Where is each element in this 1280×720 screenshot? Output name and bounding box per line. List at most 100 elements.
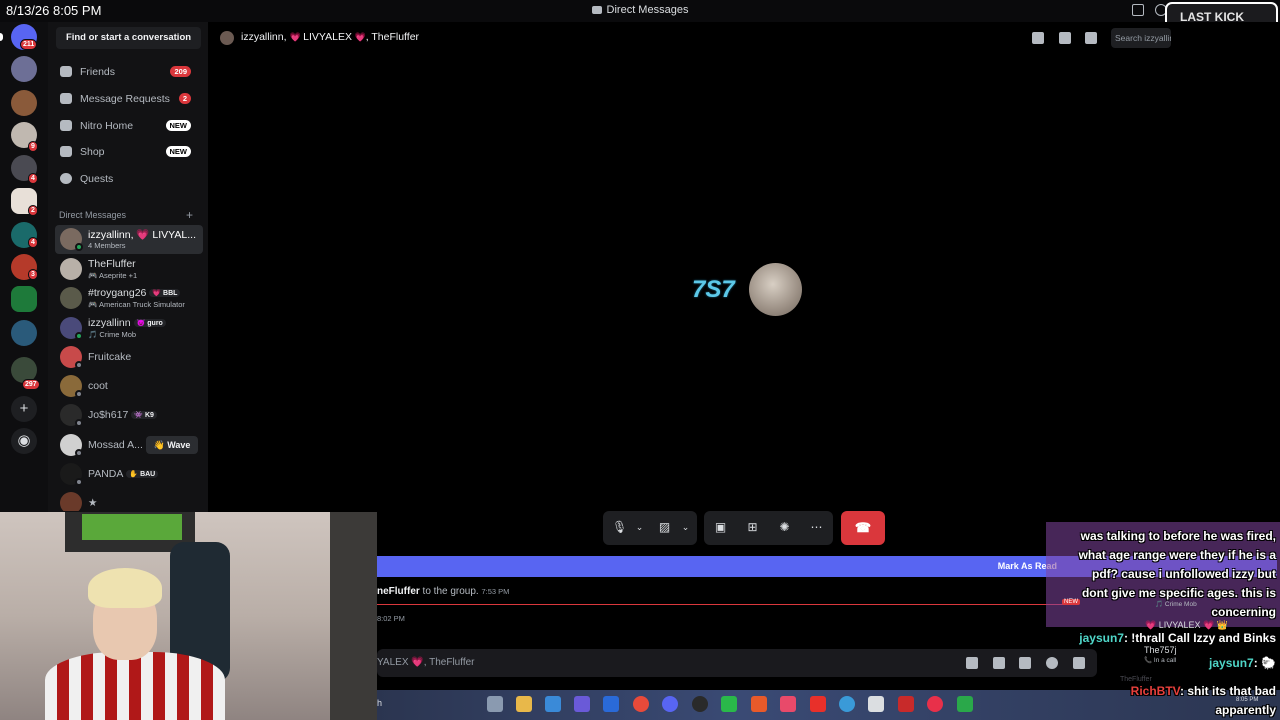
server-badge-3: 3 [28,269,38,280]
activity-controls: ▣ ⊞ ✺ ⋯ [704,511,833,545]
dm-tag: 💗 BBL [149,289,181,297]
dm-tag: 😈 guro [133,319,166,327]
dm-name: Fruitcake [88,351,132,363]
screen-share-icon[interactable]: ▣ [713,520,728,535]
app-icon-box[interactable] [868,696,884,712]
app-icon-red[interactable] [810,696,826,712]
dm-item-group[interactable]: izzyallinn, 💗 LIVYAL... 4 Members [55,225,203,254]
dm-item-fruitcake[interactable]: Fruitcake [55,343,203,372]
livyalex-label: 💗 LIVYALEX 💗 👑 [1145,620,1228,630]
shop-icon [60,146,72,157]
server-badge-2: 2 [28,205,38,216]
chat-overlay-line: pdf? cause i unfollowed izzy but [1091,567,1276,581]
member-list-icon[interactable] [1085,32,1097,44]
requests-badge: 2 [178,93,191,104]
find-conversation-button[interactable]: Find or start a conversation [56,27,201,49]
camera-options-chevron-icon[interactable]: ⌄ [678,520,693,535]
emoji-icon[interactable] [1046,657,1058,669]
help-app-icon[interactable] [839,696,855,712]
chrome-icon[interactable] [633,696,649,712]
add-server-icon[interactable]: + [11,396,37,422]
nav-label: Shop [80,146,105,158]
microphone-icon[interactable]: 🎙 [612,520,627,535]
taskbar-search[interactable]: h [377,698,382,708]
copilot-icon[interactable] [545,696,561,712]
dm-item-panda[interactable]: PANDA ✋ BAU [55,460,203,489]
brave-icon[interactable] [751,696,767,712]
chat-overlay-message: RichBTV: shit its that bad [1130,684,1276,698]
discord-icon[interactable] [662,696,678,712]
server-icon-2[interactable] [11,90,37,116]
soundboard-icon[interactable]: ✺ [777,520,792,535]
mic-camera-controls: 🎙 ⌄ ▨ ⌄ [603,511,697,545]
dm-tag: ✋ BAU [126,470,159,478]
quests-icon [60,173,72,184]
activities-icon[interactable]: ⊞ [745,520,760,535]
avatar [60,492,82,511]
apps-icon[interactable] [1073,657,1085,669]
server-badge-4: 4 [28,173,38,184]
dm-sub: 🎮 American Truck Simulator [88,300,185,309]
obs-icon[interactable] [692,696,708,712]
thefluffer-faint: TheFluffer [1120,676,1152,683]
discover-icon[interactable]: ◉ [11,428,37,454]
spotify-icon[interactable] [721,696,737,712]
nav-label: Message Requests [80,93,170,105]
more-options-icon[interactable]: ⋯ [809,520,824,535]
store-icon[interactable] [603,696,619,712]
pin-icon[interactable] [1032,32,1044,44]
file-explorer-icon[interactable] [516,696,532,712]
nav-message-requests[interactable]: Message Requests 2 [56,87,202,111]
nav-shop[interactable]: Shop NEW [56,140,202,164]
task-view-icon[interactable] [487,696,503,712]
message-input-placeholder: YALEX 💗, TheFluffer [377,657,475,668]
dm-name: ★ [88,497,98,509]
sticker-icon[interactable] [1019,657,1031,669]
server-icon-9[interactable] [11,320,37,346]
dm-name: izzyallinn 😈 guro [88,317,166,329]
music-icon[interactable] [780,696,796,712]
gift-icon[interactable] [966,657,978,669]
dm-item-coot[interactable]: coot [55,372,203,401]
dm-item-izzyallinn[interactable]: izzyallinn 😈 guro 🎵 Crime Mob [55,314,203,343]
in-call-label: 📞 In a call [1144,657,1177,664]
inbox-icon [591,6,602,14]
app-icon-dark-red[interactable] [898,696,914,712]
nav-quests[interactable]: Quests [56,167,202,191]
gif-icon[interactable] [993,657,1005,669]
webcam-overlay [0,512,377,720]
status-dot [75,449,83,457]
mic-options-chevron-icon[interactable]: ⌄ [632,520,647,535]
dm-item-thefluffer[interactable]: TheFluffer 🎮 Aseprite +1 [55,255,203,284]
dm-name: Jo$h617 👾 K9 [88,409,157,421]
add-friends-icon[interactable] [1059,32,1071,44]
server-icon-1[interactable] [11,56,37,82]
nav-nitro-home[interactable]: Nitro Home NEW [56,114,202,138]
dm-name: #troygang26 💗 BBL [88,287,181,299]
dm-item-josh617[interactable]: Jo$h617 👾 K9 [55,401,203,430]
folder-badge: 297 [22,379,40,390]
server-icon-8[interactable] [11,286,37,312]
participant-avatar-cat[interactable] [749,263,802,316]
group-avatar [220,31,234,45]
xbox-icon[interactable] [957,696,973,712]
camera-off-icon[interactable]: ▨ [657,520,672,535]
opera-icon[interactable] [927,696,943,712]
webcam-shelf [330,512,377,720]
dm-item-star[interactable]: ★ [55,489,203,511]
message-input[interactable] [377,649,1097,677]
nav-friends[interactable]: Friends 209 [56,60,202,84]
inbox-button-icon[interactable] [1132,4,1144,16]
chat-overlay-line: what age range were they if he is a [1078,548,1276,562]
status-dot [75,361,83,369]
wave-button[interactable]: 👋 Wave [146,436,198,454]
participant-avatar-7s7[interactable]: 7S7 [692,272,735,308]
search-input[interactable]: Search izzyallinn [1111,28,1171,48]
disconnect-button[interactable]: ☎ [841,511,885,545]
chat-overlay-message: jaysun7: 🐑 [1209,656,1276,670]
teams-icon[interactable] [574,696,590,712]
avatar [60,287,82,309]
create-dm-icon[interactable]: + [186,208,193,222]
dm-item-troygang26[interactable]: #troygang26 💗 BBL 🎮 American Truck Simula… [55,284,203,313]
window-title: Direct Messages [0,4,1280,16]
